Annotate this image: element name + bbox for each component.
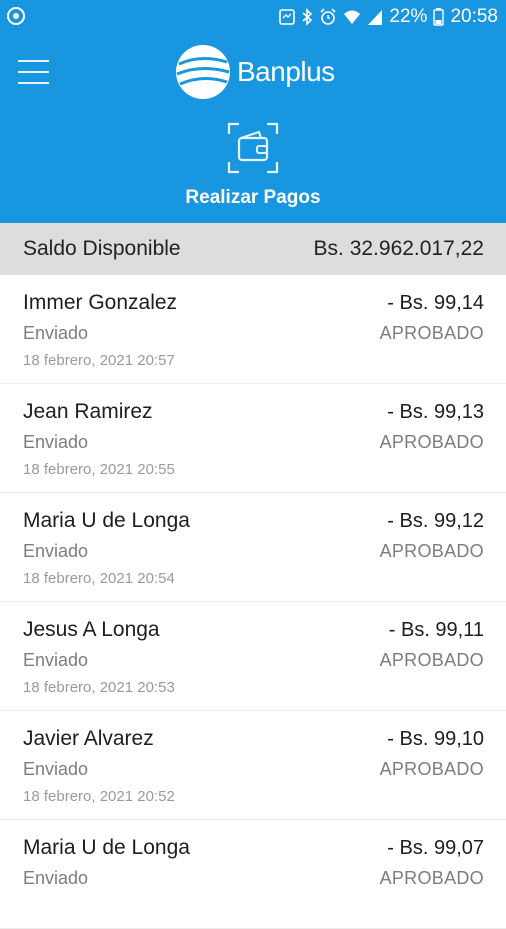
transaction-status: APROBADO [379,432,484,452]
wifi-icon [344,10,361,24]
banplus-logo-icon [176,45,230,99]
transaction-type: Enviado [23,323,89,343]
transaction-status: APROBADO [379,323,484,343]
menu-line-icon [18,60,49,62]
transaction-type: Enviado [23,650,89,670]
status-icons: 22% 20:58 [279,5,498,29]
list-item[interactable]: Maria U de Longa Enviado 18 febrero, 202… [0,493,506,602]
transaction-date: 18 febrero, 2021 20:52 [23,788,175,805]
balance-amount: Bs. 32.962.017,22 [313,237,484,260]
clock: 20:58 [450,6,498,27]
transaction-amount: - Bs. 99,11 [388,619,484,641]
transaction-type: Enviado [23,868,89,888]
camera-shutter-icon [7,7,25,25]
recipient-name: Maria U de Longa [23,836,190,859]
list-item[interactable]: Maria U de Longa Enviado - Bs. 99,07 APR… [0,820,506,929]
menu-line-icon [18,71,49,73]
hamburger-menu-button[interactable] [18,58,50,88]
transaction-date: 18 febrero, 2021 20:57 [23,352,175,369]
alarm-icon [320,8,336,25]
wallet-scan-icon[interactable] [227,122,279,174]
balance-label: Saldo Disponible [23,237,181,260]
recipient-name: Maria U de Longa [23,509,190,532]
transaction-date: 18 febrero, 2021 20:54 [23,570,175,587]
list-item[interactable]: Jean Ramirez Enviado 18 febrero, 2021 20… [0,384,506,493]
transaction-type: Enviado [23,432,89,452]
recipient-name: Immer Gonzalez [23,291,178,314]
app-header: Banplus Realizar Pagos [0,34,506,223]
transaction-amount: - Bs. 99,10 [387,728,484,750]
recipient-name: Javier Alvarez [23,727,154,750]
recipient-name: Jesus A Longa [23,618,160,641]
transaction-type: Enviado [23,759,89,779]
balance-bar: Saldo Disponible Bs. 32.962.017,22 [0,223,506,275]
transaction-status: APROBADO [379,650,484,670]
transaction-list: Immer Gonzalez Enviado 18 febrero, 2021 … [0,275,506,929]
transaction-date: 18 febrero, 2021 20:53 [23,679,175,696]
list-item[interactable]: Javier Alvarez Enviado 18 febrero, 2021 … [0,711,506,820]
transaction-amount: - Bs. 99,07 [387,837,484,859]
transaction-amount: - Bs. 99,13 [387,401,484,423]
transaction-status: APROBADO [379,759,484,779]
transaction-status: APROBADO [379,868,484,888]
notification-icon [279,9,296,25]
bluetooth-icon [302,8,313,26]
realizar-pagos-button[interactable]: Realizar Pagos [0,187,506,209]
battery-icon [433,8,445,26]
list-item[interactable]: Immer Gonzalez Enviado 18 febrero, 2021 … [0,275,506,384]
brand-logo: Banplus [175,44,335,100]
transaction-date: 18 febrero, 2021 20:55 [23,461,175,478]
recipient-name: Jean Ramirez [23,400,153,423]
signal-icon [368,10,383,25]
status-bar: 22% 20:58 [0,0,506,34]
transaction-amount: - Bs. 99,12 [387,510,484,532]
transaction-type: Enviado [23,541,89,561]
list-item[interactable]: Jesus A Longa Enviado 18 febrero, 2021 2… [0,602,506,711]
menu-line-icon [18,82,49,84]
transaction-amount: - Bs. 99,14 [387,292,484,314]
battery-percent: 22% [389,6,428,27]
brand-name: Banplus [237,56,335,87]
transaction-status: APROBADO [379,541,484,561]
